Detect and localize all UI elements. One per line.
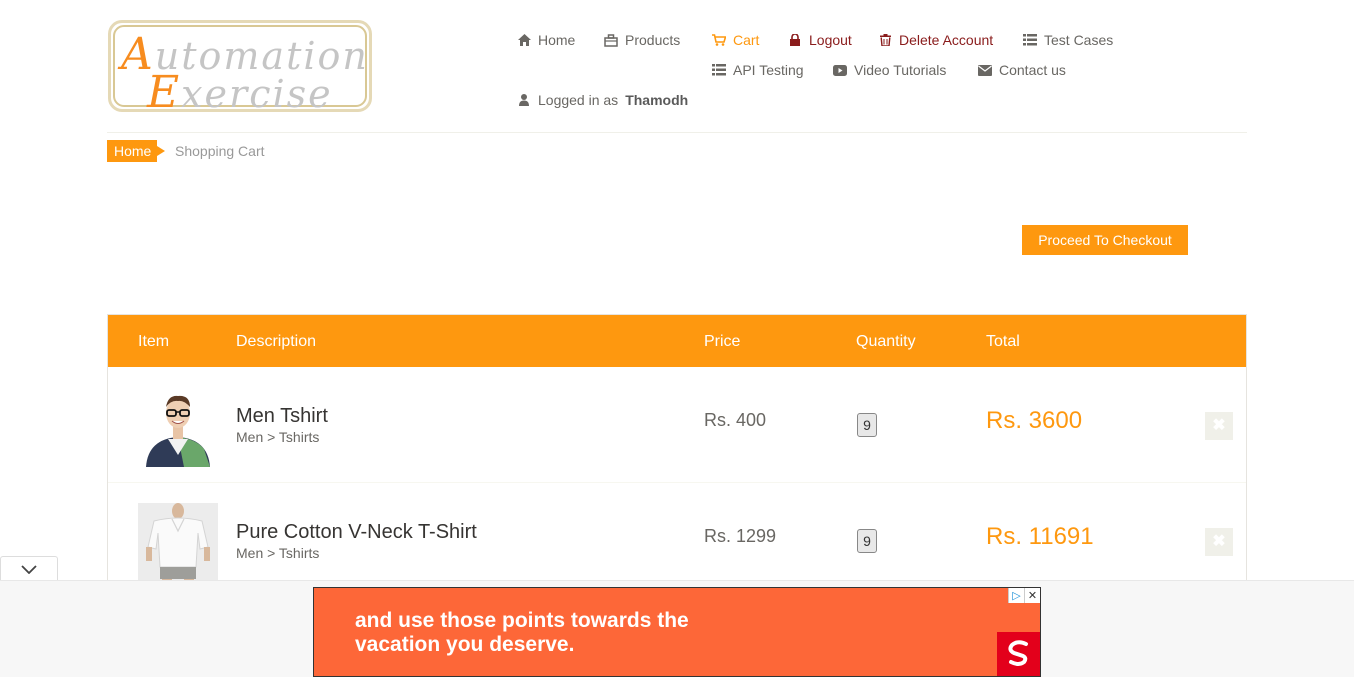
- header-total: Total: [986, 333, 1020, 350]
- user-icon: [517, 93, 531, 107]
- header-divider: [107, 132, 1247, 133]
- nav-api-testing[interactable]: API Testing: [712, 62, 804, 78]
- site-logo[interactable]: Automation Exercise: [108, 20, 372, 118]
- product-image[interactable]: [138, 387, 218, 467]
- delete-item-button[interactable]: ✖: [1205, 412, 1233, 440]
- ad-choices-icon[interactable]: ▷: [1008, 588, 1024, 603]
- nav-delete-account[interactable]: Delete Account: [878, 32, 993, 48]
- shopping-bag-icon: [604, 33, 618, 47]
- youtube-play-icon: [833, 63, 847, 77]
- delete-item-button[interactable]: ✖: [1205, 528, 1233, 556]
- product-total: Rs. 3600: [986, 407, 1083, 434]
- product-image[interactable]: [138, 503, 218, 583]
- close-icon[interactable]: ✕: [1024, 588, 1040, 603]
- lock-icon: [788, 33, 802, 47]
- table-row: Pure Cotton V-Neck T-Shirt Men > Tshirts…: [108, 483, 1246, 584]
- ad-collapse-toggle[interactable]: [0, 556, 58, 582]
- ad-controls: ▷ ✕: [1008, 588, 1040, 603]
- product-total: Rs. 11691: [986, 523, 1094, 550]
- product-price: Rs. 400: [704, 410, 767, 430]
- nav-products[interactable]: Products: [604, 32, 680, 48]
- nav-cart[interactable]: Cart: [712, 32, 759, 48]
- envelope-icon: [978, 63, 992, 77]
- nav-video-tutorials[interactable]: Video Tutorials: [833, 62, 946, 78]
- product-price: Rs. 1299: [704, 526, 777, 546]
- header-quantity: Quantity: [856, 333, 916, 350]
- table-row: Men Tshirt Men > Tshirts Rs. 400 9 Rs. 3…: [108, 367, 1246, 483]
- quantity-value: 9: [857, 529, 877, 553]
- ad-banner[interactable]: and use those points towards the vacatio…: [313, 587, 1041, 677]
- product-name[interactable]: Pure Cotton V-Neck T-Shirt: [236, 521, 477, 544]
- header-item: Item: [138, 333, 170, 350]
- close-icon: ✖: [1212, 533, 1226, 550]
- close-icon: ✖: [1212, 417, 1226, 434]
- breadcrumb-current: Shopping Cart: [175, 143, 265, 159]
- breadcrumb-home[interactable]: Home: [107, 140, 166, 162]
- proceed-to-checkout-button[interactable]: Proceed To Checkout: [1022, 225, 1188, 255]
- product-category: Men > Tshirts: [236, 545, 320, 561]
- list-icon: [712, 63, 726, 77]
- home-icon: [517, 33, 531, 47]
- username: Thamodh: [625, 92, 689, 108]
- header-description: Description: [236, 333, 317, 350]
- cart-icon: [712, 33, 726, 47]
- product-category: Men > Tshirts: [236, 429, 320, 445]
- nav-test-cases[interactable]: Test Cases: [1023, 32, 1113, 48]
- trash-icon: [878, 33, 892, 47]
- logo-text-line2: Exercise: [147, 67, 333, 118]
- header-price: Price: [704, 333, 741, 350]
- nav-home[interactable]: Home: [517, 32, 575, 48]
- ad-text: and use those points towards the vacatio…: [355, 609, 689, 656]
- nav-contact-us[interactable]: Contact us: [978, 62, 1066, 78]
- product-name[interactable]: Men Tshirt: [236, 405, 328, 428]
- brand-logo-icon: [997, 632, 1040, 676]
- chevron-down-icon: [21, 561, 37, 579]
- cart-table: Item Description Price Quantity Total Me…: [107, 314, 1247, 584]
- list-icon: [1023, 33, 1037, 47]
- cart-table-header: Item Description Price Quantity Total: [108, 315, 1246, 367]
- logged-in-indicator: Logged in as Thamodh: [517, 92, 688, 108]
- quantity-value: 9: [857, 413, 877, 437]
- nav-logout[interactable]: Logout: [788, 32, 852, 48]
